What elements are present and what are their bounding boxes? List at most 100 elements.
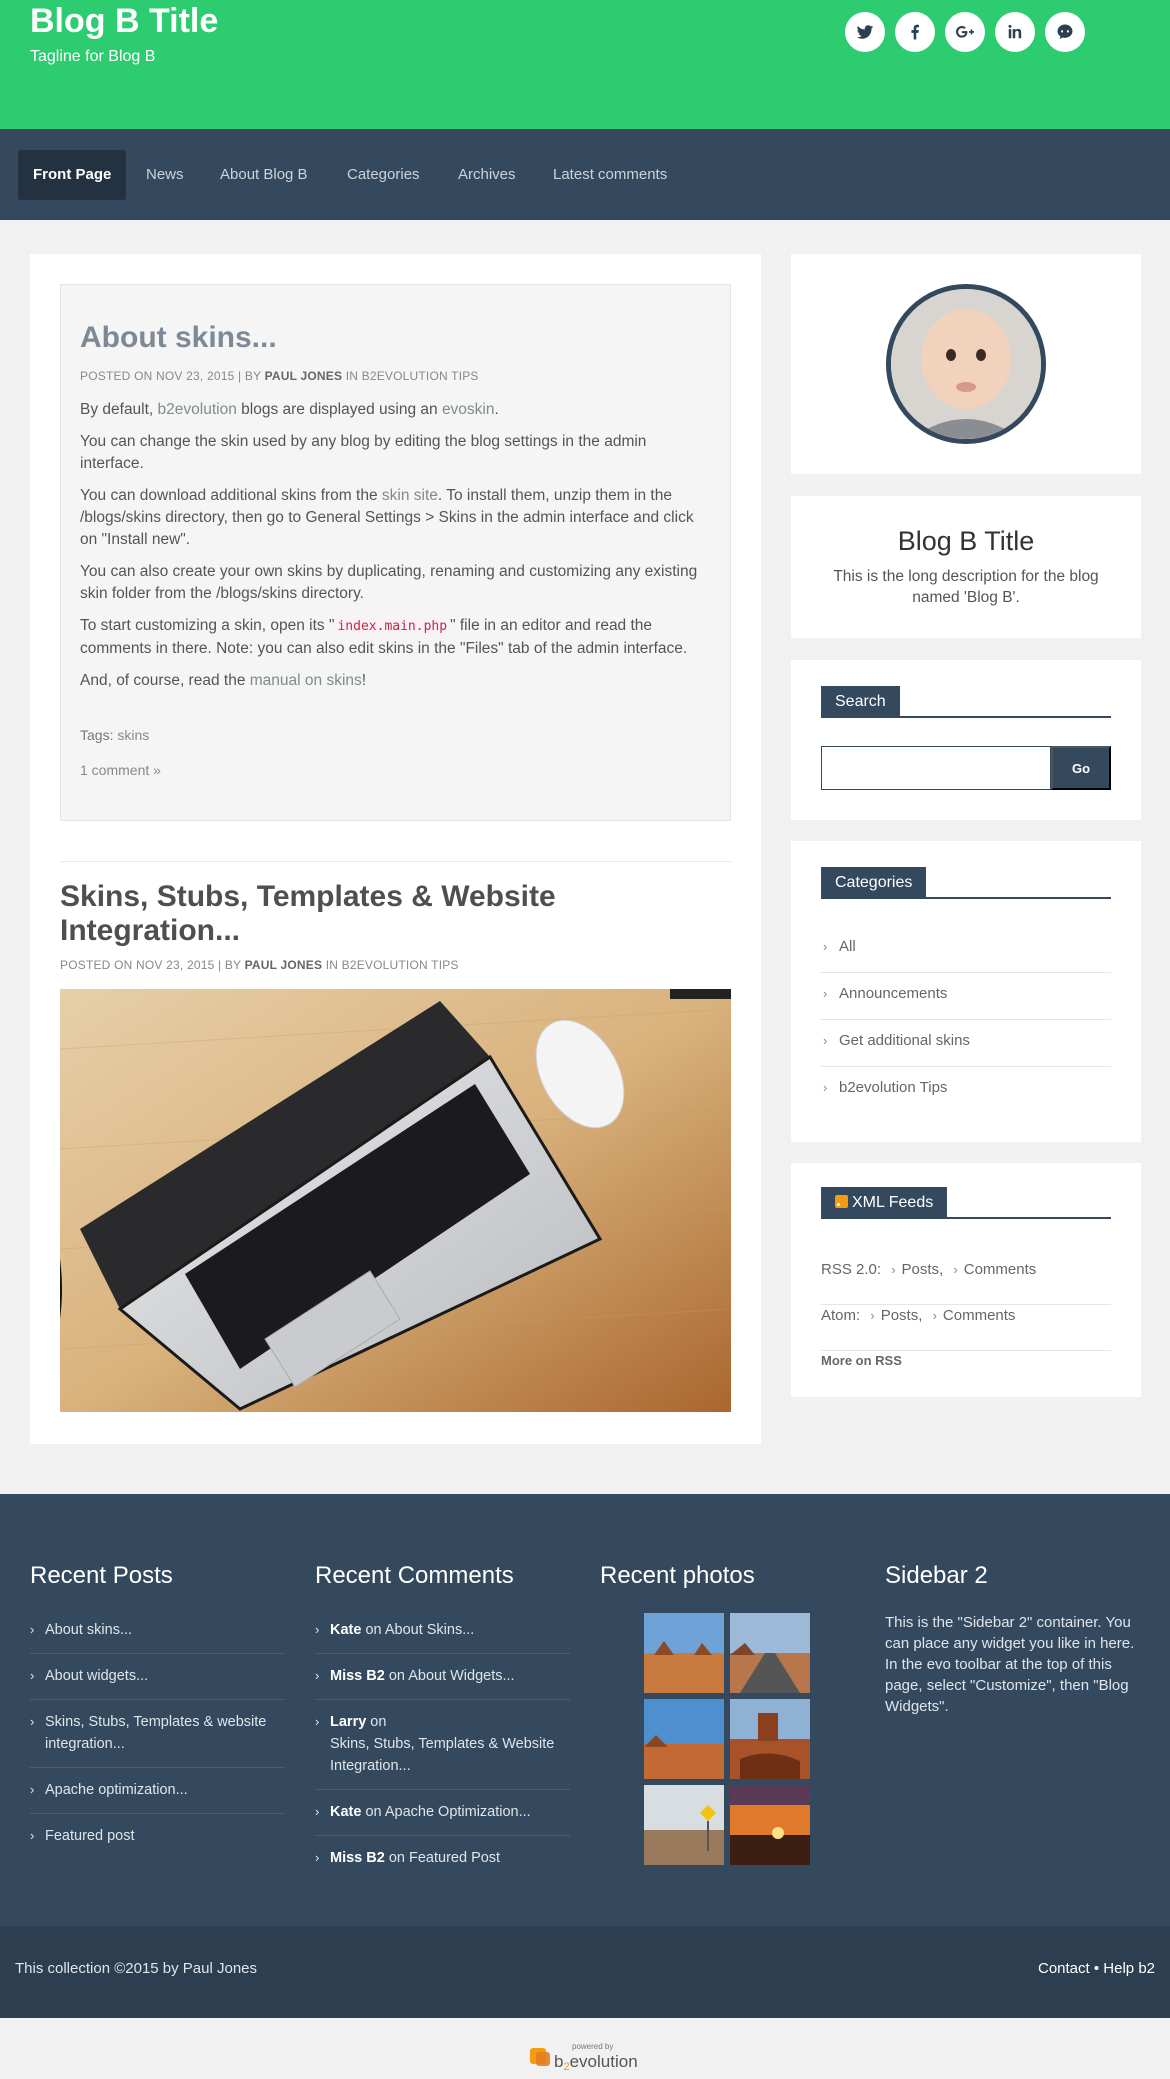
linkedin-icon[interactable] xyxy=(995,12,1035,52)
text: blogs are displayed using an xyxy=(236,401,442,418)
recent-comments-list: › Kate on About Skins... › Miss B2 on Abou… xyxy=(315,1608,570,1881)
widget-header: Search xyxy=(821,686,1111,718)
comment-post-link[interactable]: Skins, Stubs, Templates & Website Integr… xyxy=(330,1736,554,1774)
contact-link[interactable]: Contact xyxy=(1038,1960,1090,1977)
list-item[interactable]: › Miss B2 on Featured Post xyxy=(315,1836,570,1881)
nav-item-latest-comments[interactable]: Latest comments xyxy=(553,150,667,200)
comment-post-link[interactable]: About Widgets... xyxy=(408,1668,514,1684)
site-tagline: Tagline for Blog B xyxy=(30,48,156,65)
feed-label: RSS 2.0: xyxy=(821,1261,882,1278)
chevron-right-icon: › xyxy=(823,1080,828,1095)
tag-link[interactable]: skins xyxy=(117,727,149,743)
category-item[interactable]: › Announcements xyxy=(821,973,1111,1020)
nav-item-front-page[interactable]: Front Page xyxy=(18,150,127,200)
list-item[interactable]: › About widgets... xyxy=(30,1654,285,1700)
post-meta: POSTED ON NOV 23, 2015 | BY PAUL JONES I… xyxy=(80,369,479,383)
help-link[interactable]: Help b2 xyxy=(1103,1960,1155,1977)
post-body: By default, b2evolution blogs are displa… xyxy=(80,399,710,702)
comments-link[interactable]: 1 comment » xyxy=(80,762,161,778)
text: And, of course, read the xyxy=(80,672,250,689)
chevron-right-icon: › xyxy=(315,1714,320,1729)
main-content: About skins... POSTED ON NOV 23, 2015 | … xyxy=(30,254,761,1444)
list-item[interactable]: › Featured post xyxy=(30,1814,285,1859)
powered-by-label: powered by xyxy=(572,2042,613,2051)
widget-header: XML Feeds xyxy=(821,1187,1111,1219)
post-category[interactable]: IN B2EVOLUTION TIPS xyxy=(342,369,479,383)
search-input[interactable] xyxy=(821,746,1051,790)
nav-item-news[interactable]: News xyxy=(146,150,184,200)
widget-title: Recent photos xyxy=(600,1562,755,1589)
more-on-rss-link[interactable]: More on RSS xyxy=(821,1353,902,1368)
category-label: All xyxy=(839,938,856,955)
google-plus-icon[interactable] xyxy=(945,12,985,52)
post-link[interactable]: About widgets... xyxy=(45,1668,148,1684)
photo-thumbnail[interactable] xyxy=(644,1785,724,1865)
list-item[interactable]: › Kate on Apache Optimization... xyxy=(315,1790,570,1836)
comment-post-link[interactable]: About Skins... xyxy=(385,1622,474,1638)
photo-thumbnail[interactable] xyxy=(644,1699,724,1779)
facebook-icon[interactable] xyxy=(895,12,935,52)
post-link[interactable]: Featured post xyxy=(45,1828,134,1844)
comment-post-link[interactable]: Featured Post xyxy=(409,1850,500,1866)
post-author[interactable]: PAUL JONES xyxy=(245,958,323,972)
photo-thumbnail[interactable] xyxy=(644,1613,724,1693)
post-link[interactable]: Apache optimization... xyxy=(45,1782,188,1798)
paragraph: You can change the skin used by any blog… xyxy=(80,433,647,472)
skin-site-link[interactable]: skin site xyxy=(382,487,438,504)
post-title[interactable]: Skins, Stubs, Templates & Website Integr… xyxy=(60,880,731,948)
category-item[interactable]: › Get additional skins xyxy=(821,1020,1111,1067)
comment-post-link[interactable]: Apache Optimization... xyxy=(385,1804,531,1820)
post-link[interactable]: Skins, Stubs, Templates & website integr… xyxy=(45,1714,266,1752)
rss-comments-link[interactable]: Comments xyxy=(964,1261,1037,1278)
chevron-right-icon: › xyxy=(315,1622,320,1637)
manual-link[interactable]: manual on skins xyxy=(250,672,362,689)
chevron-right-icon: › xyxy=(315,1804,320,1819)
chevron-right-icon: › xyxy=(823,1033,828,1048)
chevron-right-icon: › xyxy=(932,1308,937,1323)
photo-thumbnail[interactable] xyxy=(730,1785,810,1865)
post-meta: POSTED ON NOV 23, 2015 | BY PAUL JONES I… xyxy=(60,958,459,972)
widget-title: XML Feeds xyxy=(821,1187,948,1219)
atom-posts-link[interactable]: Posts, xyxy=(881,1307,923,1324)
github-icon[interactable] xyxy=(1045,12,1085,52)
list-item[interactable]: › Skins, Stubs, Templates & website integ… xyxy=(30,1700,285,1768)
text: on xyxy=(384,1668,409,1684)
post-tags: Tags: skins xyxy=(80,727,149,743)
separator: • xyxy=(1089,1960,1104,1977)
avatar[interactable] xyxy=(886,284,1046,444)
nav-item-categories[interactable]: Categories xyxy=(347,150,420,200)
search-button[interactable]: Go xyxy=(1051,746,1111,790)
post-title[interactable]: About skins... xyxy=(80,321,277,355)
evoskin-link[interactable]: evoskin xyxy=(442,401,495,418)
b2evolution-link[interactable]: b2evolution xyxy=(158,401,237,418)
list-item[interactable]: › About skins... xyxy=(30,1608,285,1654)
search-widget: Search Go xyxy=(791,660,1141,820)
list-item[interactable]: › Larry on Skins, Stubs, Templates & Websi… xyxy=(315,1700,570,1790)
post-author[interactable]: PAUL JONES xyxy=(265,369,343,383)
feed-label: Atom: xyxy=(821,1307,861,1324)
powered-by-b2evolution[interactable]: powered by b2evolution xyxy=(528,2038,648,2073)
text: To start customizing a skin, open its " xyxy=(80,617,335,634)
category-label: Announcements xyxy=(839,985,948,1002)
featured-post: About skins... POSTED ON NOV 23, 2015 | … xyxy=(60,284,731,821)
twitter-icon[interactable] xyxy=(845,12,885,52)
photo-thumbnail[interactable] xyxy=(730,1613,810,1693)
nav-item-archives[interactable]: Archives xyxy=(458,150,516,200)
post-category[interactable]: IN B2EVOLUTION TIPS xyxy=(322,958,459,972)
list-item[interactable]: › Miss B2 on About Widgets... xyxy=(315,1654,570,1700)
list-item[interactable]: › Apache optimization... xyxy=(30,1768,285,1814)
list-item[interactable]: › Kate on About Skins... xyxy=(315,1608,570,1654)
nav-item-about[interactable]: About Blog B xyxy=(220,150,308,200)
site-title[interactable]: Blog B Title xyxy=(30,2,218,41)
text: on xyxy=(361,1622,385,1638)
category-item[interactable]: › All xyxy=(821,926,1111,973)
comment-author: Miss B2 xyxy=(330,1850,385,1866)
rss-posts-link[interactable]: Posts, xyxy=(902,1261,944,1278)
atom-comments-link[interactable]: Comments xyxy=(943,1307,1016,1324)
category-item[interactable]: › b2evolution Tips xyxy=(821,1067,1111,1114)
chevron-right-icon: › xyxy=(870,1308,875,1323)
post-link[interactable]: About skins... xyxy=(45,1622,132,1638)
footer-widgets: Recent Posts › About skins... › About widg… xyxy=(0,1494,1170,1926)
categories-widget: Categories › All › Announcements › Get addi… xyxy=(791,841,1141,1142)
photo-thumbnail[interactable] xyxy=(730,1699,810,1779)
